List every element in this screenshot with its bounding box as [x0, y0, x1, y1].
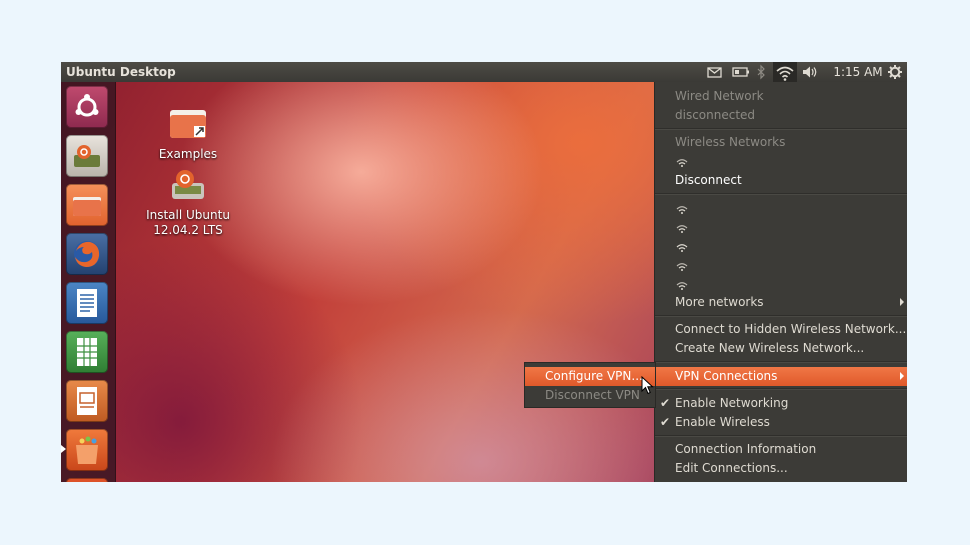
menu-separator — [655, 388, 907, 390]
calc-spreadsheet-icon — [77, 338, 97, 366]
dash-home-button[interactable] — [66, 86, 108, 128]
calc-button[interactable] — [66, 331, 108, 373]
window-title: Ubuntu Desktop — [66, 65, 176, 79]
examples-label: Examples — [158, 147, 218, 161]
wifi-signal-icon — [676, 159, 688, 167]
wifi-signal-icon — [676, 282, 688, 290]
submenu-arrow-icon — [900, 372, 904, 380]
impress-presentation-icon — [77, 387, 97, 415]
desktop-screen: Ubuntu Desktop 1:15 AM Examples Install … — [61, 62, 907, 482]
wifi-signal-icon — [676, 263, 688, 271]
connect-hidden-network-item[interactable]: Connect to Hidden Wireless Network... — [655, 320, 907, 339]
launcher — [61, 82, 116, 482]
install-ubuntu-shortcut[interactable]: Install Ubuntu 12.04.2 LTS — [141, 165, 235, 238]
wifi-signal-icon — [676, 225, 688, 233]
submenu-arrow-icon — [900, 298, 904, 306]
disconnect-item[interactable]: Disconnect — [655, 171, 907, 190]
connection-information-item[interactable]: Connection Information — [655, 440, 907, 459]
writer-button[interactable] — [66, 282, 108, 324]
wired-network-status: disconnected — [675, 108, 756, 122]
wired-network-header: Wired Network — [675, 89, 764, 103]
launcher-more-button[interactable] — [66, 478, 108, 482]
disconnect-vpn-item: Disconnect VPN — [545, 388, 640, 402]
install-ubuntu-button[interactable] — [66, 135, 108, 177]
vpn-submenu: Configure VPN... Disconnect VPN — [524, 362, 656, 408]
create-wireless-network-item[interactable]: Create New Wireless Network... — [655, 339, 907, 358]
battery-icon[interactable] — [732, 64, 750, 80]
shopping-bag-icon — [76, 436, 98, 464]
gear-icon[interactable] — [887, 64, 903, 80]
more-networks-item[interactable]: More networks — [655, 293, 907, 312]
checkmark-icon: ✔ — [660, 396, 671, 410]
volume-icon[interactable] — [801, 64, 819, 80]
mail-icon[interactable] — [707, 64, 723, 80]
wifi-signal-icon — [676, 244, 688, 252]
menu-separator — [655, 315, 907, 317]
connected-wireless-network[interactable] — [655, 152, 907, 171]
install-ubuntu-label: Install Ubuntu 12.04.2 LTS — [146, 208, 230, 237]
menu-separator — [655, 435, 907, 437]
installer-icon — [74, 145, 100, 167]
menu-separator — [655, 361, 907, 363]
writer-document-icon — [77, 289, 97, 317]
wireless-networks-header: Wireless Networks — [675, 135, 786, 149]
vpn-connections-item[interactable]: VPN Connections — [655, 367, 907, 386]
firefox-button[interactable] — [66, 233, 108, 275]
enable-wireless-item[interactable]: ✔ Enable Wireless — [655, 413, 907, 432]
menu-separator — [655, 193, 907, 195]
folder-icon — [73, 197, 101, 216]
folder-icon — [170, 110, 206, 138]
wireless-network-item[interactable] — [655, 256, 907, 275]
wireless-network-item[interactable] — [655, 237, 907, 256]
wireless-network-item[interactable] — [655, 199, 907, 218]
wifi-icon[interactable] — [773, 62, 797, 82]
wireless-network-item[interactable] — [655, 275, 907, 294]
wifi-signal-icon — [676, 206, 688, 214]
bluetooth-icon[interactable] — [755, 64, 767, 80]
enable-networking-item[interactable]: ✔ Enable Networking — [655, 394, 907, 413]
edit-connections-item[interactable]: Edit Connections... — [655, 459, 907, 478]
checkmark-icon: ✔ — [660, 415, 671, 429]
network-menu: Wired Network disconnected Wireless Netw… — [654, 82, 907, 482]
examples-folder[interactable]: Examples — [153, 104, 223, 162]
menu-separator — [655, 128, 907, 130]
mouse-pointer-icon — [641, 376, 654, 395]
clock[interactable]: 1:15 AM — [833, 65, 883, 79]
wireless-network-item[interactable] — [655, 218, 907, 237]
ubuntu-logo-icon — [75, 94, 99, 117]
installer-icon — [172, 170, 204, 199]
running-indicator-icon — [61, 445, 66, 453]
configure-vpn-item[interactable]: Configure VPN... — [525, 367, 655, 386]
impress-button[interactable] — [66, 380, 108, 422]
files-button[interactable] — [66, 184, 108, 226]
firefox-icon — [74, 241, 100, 267]
software-center-button[interactable] — [66, 429, 108, 471]
top-panel: Ubuntu Desktop 1:15 AM — [61, 62, 907, 82]
